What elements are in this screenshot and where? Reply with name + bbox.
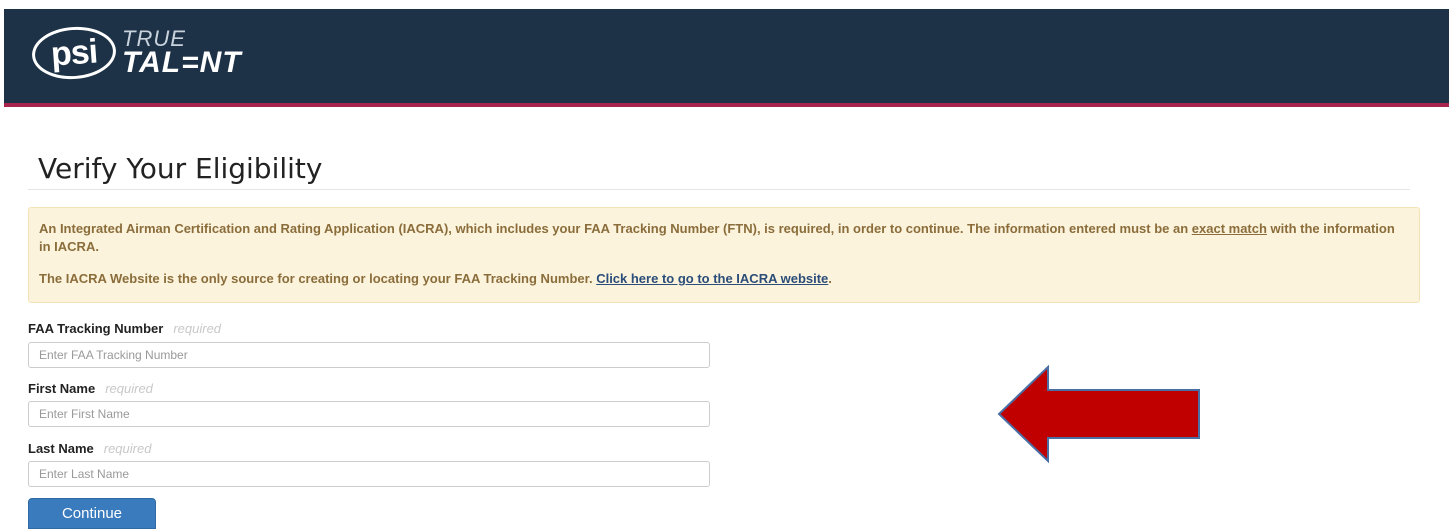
ftn-required-hint: required [173, 321, 222, 336]
page-title: Verify Your Eligibility [38, 152, 323, 185]
logo-wordmark: TRUE TAL=NT [122, 28, 242, 78]
first-name-label-text: First Name [28, 381, 96, 396]
continue-button[interactable]: Continue [28, 498, 156, 529]
exact-match-text: exact match [1191, 221, 1267, 236]
logo-line-talent: TAL=NT [122, 46, 242, 79]
arrow-shape [997, 365, 1200, 463]
notice-text-2b: . [828, 271, 832, 286]
logo-mark: psi [30, 24, 118, 82]
site-header: psi TRUE TAL=NT [4, 9, 1449, 107]
notice-text-1a: An Integrated Airman Certification and R… [39, 221, 1192, 236]
last-name-label: Last Name required [28, 441, 151, 456]
left-arrow-icon [997, 365, 1200, 463]
ftn-label-text: FAA Tracking Number [28, 321, 164, 336]
title-divider [28, 189, 1410, 190]
first-name-input[interactable] [28, 401, 710, 427]
last-name-label-text: Last Name [28, 441, 94, 456]
first-name-label: First Name required [28, 381, 153, 396]
notice-text-2a: The IACRA Website is the only source for… [39, 271, 597, 286]
ftn-label: FAA Tracking Number required [28, 321, 221, 336]
ftn-input[interactable] [28, 342, 710, 368]
notice-paragraph-1: An Integrated Airman Certification and R… [39, 220, 1409, 256]
first-name-required-hint: required [105, 381, 153, 396]
notice-paragraph-2: The IACRA Website is the only source for… [39, 270, 1409, 288]
last-name-required-hint: required [103, 441, 152, 456]
iacra-website-link[interactable]: Click here to go to the IACRA website [596, 271, 828, 286]
iacra-notice: An Integrated Airman Certification and R… [28, 207, 1420, 303]
last-name-input[interactable] [28, 461, 710, 487]
psi-true-talent-logo[interactable]: psi TRUE TAL=NT [30, 23, 242, 83]
